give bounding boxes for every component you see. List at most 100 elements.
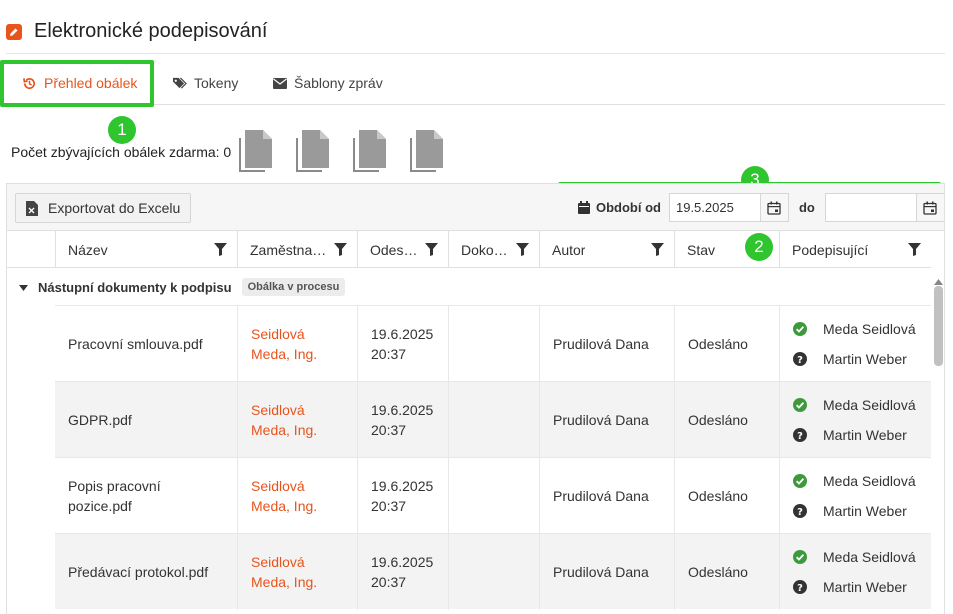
check-circle-icon [793,474,815,488]
signer-name: Meda Seidlová [823,549,916,565]
cell-signers: Meda Seidlová? Martin Weber [779,382,931,458]
page-title: Elektronické podepisování [34,20,268,42]
cell-author: Prudilová Dana [539,534,674,610]
collapse-caret-icon[interactable] [19,280,28,295]
step-marker-2: 2 [745,233,773,261]
cell-author-text: Prudilová Dana [553,564,649,580]
signer-item: ? Martin Weber [793,496,916,526]
highlight-box-tab [0,60,154,107]
envelope-icons [237,128,446,174]
cell-author-text: Prudilová Dana [553,336,649,352]
document-icon [296,130,329,172]
signer-item: Meda Seidlová [793,390,916,420]
tab-label: Tokeny [194,75,239,91]
group-row: Nástupní dokumenty k podpisu Obálka v pr… [7,269,931,305]
column-title: Stav [687,241,716,258]
check-circle-icon [793,322,815,336]
signer-name: Meda Seidlová [823,321,916,337]
cell-author: Prudilová Dana [539,382,674,458]
cell-completed [448,306,539,382]
svg-text:?: ? [797,431,803,442]
tag-icon [173,77,187,89]
filter-icon[interactable] [516,243,529,259]
cell-sent-text: 19.6.2025 20:37 [371,326,434,362]
column-header-signers[interactable]: Podepisující [779,231,931,268]
filter-icon[interactable] [334,243,347,259]
status-badge: Obálka v procesu [241,278,346,296]
cell-status: Odesláno [674,458,779,534]
cell-status: Odesláno [674,382,779,458]
scrollbar[interactable] [931,268,944,614]
cell-sent-text: 19.6.2025 20:37 [371,478,434,514]
column-header-completed[interactable]: Doko… [448,231,539,268]
question-circle-icon: ? [793,580,815,594]
table-row[interactable]: Pracovní smlouva.pdf Seidlová Meda, Ing. 1… [55,305,931,382]
check-circle-icon [793,398,815,412]
period-from-label: Období od [570,200,669,215]
period-to-label: do [798,200,815,215]
cell-name: Předávací protokol.pdf [55,534,237,610]
question-circle-icon: ? [793,504,815,518]
cell-sent: 19.6.2025 20:37 [357,458,448,534]
column-header-sent[interactable]: Odes… [357,231,448,268]
table-row[interactable]: Předávací protokol.pdf Seidlová Meda, Ing… [55,533,931,610]
document-icon [353,130,386,172]
cell-name-text: Pracovní smlouva.pdf [68,336,203,352]
filter-icon[interactable] [651,243,664,259]
cell-author-text: Prudilová Dana [553,488,649,504]
column-title: Název [68,241,108,258]
tab-label: Šablony zpráv [294,75,383,91]
column-header-name[interactable]: Název [55,231,237,268]
envelope-icon [273,77,287,89]
period-from-value[interactable]: 19.5.2025 [670,200,760,215]
grid-header: Název Zaměstna… Odes… Doko… Autor Stav P… [7,231,931,268]
envelope-grid: Exportovat do Excelu Období od 19.5.2025… [6,183,945,614]
period-from-field[interactable]: 19.5.2025 [668,193,789,222]
cell-employee: Seidlová Meda, Ing. [237,534,357,610]
table-row[interactable]: Popis pracovní pozice.pdf Seidlová Meda, … [55,457,931,534]
cell-employee-text: Seidlová Meda, Ing. [251,402,318,438]
filter-icon[interactable] [425,243,438,259]
calendar-picker-icon[interactable] [915,194,944,221]
divider [6,53,945,54]
column-header-employee[interactable]: Zaměstna… [237,231,357,268]
cell-status: Odesláno [674,306,779,382]
calendar-picker-icon[interactable] [759,194,788,221]
question-circle-icon: ? [793,428,815,442]
cell-completed [448,534,539,610]
period-to-field[interactable] [824,193,944,222]
cell-employee: Seidlová Meda, Ing. [237,306,357,382]
step-marker-1: 1 [108,116,136,144]
document-icon [239,130,272,172]
column-title: Doko… [461,241,508,258]
cell-status-text: Odesláno [688,336,748,352]
column-header-author[interactable]: Autor [539,231,674,268]
signer-name: Martin Weber [823,503,907,519]
export-excel-button[interactable]: Exportovat do Excelu [15,193,192,223]
signer-item: Meda Seidlová [793,314,916,344]
free-envelopes-count: Počet zbývajících obálek zdarma: 0 [11,144,232,160]
scroll-thumb[interactable] [934,286,943,366]
cell-name-text: GDPR.pdf [68,412,132,428]
column-title: Zaměstna… [250,241,327,258]
cell-completed [448,458,539,534]
tab-tokeny[interactable]: Tokeny [172,62,238,104]
cell-sent: 19.6.2025 20:37 [357,382,448,458]
filter-icon[interactable] [214,243,227,259]
svg-text:?: ? [797,507,803,518]
export-label: Exportovat do Excelu [48,200,181,216]
svg-text:?: ? [797,583,803,594]
table-row[interactable]: GDPR.pdf Seidlová Meda, Ing. 19.6.2025 20:… [55,381,931,458]
cell-signers: Meda Seidlová? Martin Weber [779,458,931,534]
question-circle-icon: ? [793,352,815,366]
tab-sablony-zprav[interactable]: Šablony zpráv [273,62,383,104]
filter-icon[interactable] [908,243,921,259]
signer-item: Meda Seidlová [793,466,916,496]
cell-name: GDPR.pdf [55,382,237,458]
grid-toolbar: Exportovat do Excelu Období od 19.5.2025… [7,184,944,231]
page-header: Elektronické podepisování [6,20,267,43]
cell-name-text: Předávací protokol.pdf [68,564,209,580]
signer-item: ? Martin Weber [793,572,916,602]
cell-status-text: Odesláno [688,412,748,428]
cell-employee-text: Seidlová Meda, Ing. [251,554,318,590]
